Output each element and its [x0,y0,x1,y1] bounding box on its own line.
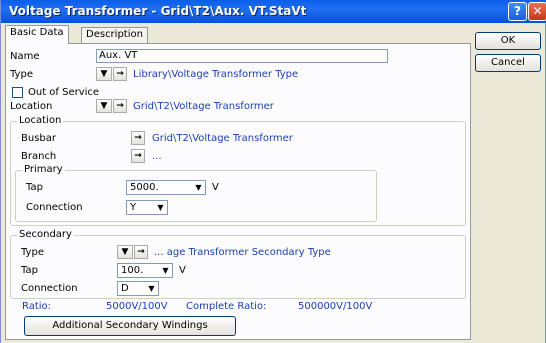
primary-tap-label: Tap [26,182,43,193]
busbar-value: Grid\T2\Voltage Transformer [152,133,293,144]
dropdown-arrow-icon: ▼ [192,181,205,194]
jump-arrow-icon: → [116,101,124,111]
primary-tap-value: 5000. [130,182,159,193]
primary-group: Primary Tap 5000. ▼ V Connection Y ▼ [15,164,377,222]
secondary-type-label: Type [21,247,44,258]
secondary-connection-select[interactable]: D ▼ [117,281,159,296]
complete-ratio-label: Complete Ratio: [186,301,267,312]
secondary-group-title: Secondary [17,229,74,240]
name-label: Name [10,51,40,62]
branch-value: ... [152,151,162,162]
cancel-button[interactable]: Cancel [475,54,541,72]
chevron-down-icon: ▼ [100,101,108,111]
tab-description[interactable]: Description [81,27,148,43]
title-bar[interactable]: Voltage Transformer - Grid\T2\Aux. VT.St… [1,0,546,23]
secondary-type-select-button[interactable]: ▼ [117,245,133,259]
secondary-tap-label: Tap [21,265,38,276]
jump-arrow-icon: → [134,151,142,161]
branch-jump-button[interactable]: → [131,149,145,163]
dropdown-arrow-icon: ▼ [154,201,167,214]
primary-tap-field[interactable]: 5000. ▼ [126,180,206,195]
secondary-group: Secondary Type ▼ → ... age Transformer S… [10,229,466,299]
help-button[interactable]: ? [508,2,527,21]
location-value: Grid\T2\Voltage Transformer [133,101,274,112]
location-jump-button[interactable]: → [113,99,127,113]
type-label: Type [10,69,33,80]
dialog-window: Voltage Transformer - Grid\T2\Aux. VT.St… [0,0,546,343]
location-label: Location [10,101,53,112]
window-title: Voltage Transformer - Grid\T2\Aux. VT.St… [9,4,307,18]
primary-connection-select[interactable]: Y ▼ [126,200,168,215]
jump-arrow-icon: → [137,247,145,257]
basic-data-panel: Name Aux. VT Type ▼ → Library\Voltage Tr… [5,43,471,340]
primary-connection-value: Y [130,202,137,213]
close-button[interactable]: ✕ [528,2,546,21]
ok-button[interactable]: OK [475,32,541,50]
out-of-service-checkbox[interactable] [12,87,23,98]
secondary-tap-field[interactable]: 100. ▼ [117,263,173,278]
dropdown-arrow-icon: ▼ [145,282,158,295]
location-select-button[interactable]: ▼ [96,99,112,113]
busbar-label: Busbar [21,133,56,144]
chevron-down-icon: ▼ [100,69,108,79]
out-of-service-label: Out of Service [28,87,100,98]
type-value: Library\Voltage Transformer Type [133,69,299,80]
secondary-type-value: ... age Transformer Secondary Type [154,247,331,258]
busbar-jump-button[interactable]: → [131,131,145,145]
complete-ratio-value: 500000V/100V [298,301,373,312]
type-select-button[interactable]: ▼ [96,67,112,81]
primary-tap-unit: V [212,182,219,193]
chevron-down-icon: ▼ [121,247,129,257]
secondary-type-jump-button[interactable]: → [134,245,148,259]
secondary-tap-value: 100. [121,265,144,276]
additional-secondary-windings-button[interactable]: Additional Secondary Windings [24,316,236,336]
type-jump-button[interactable]: → [113,67,127,81]
location-group: Location Busbar → Grid\T2\Voltage Transf… [10,115,466,226]
ratio-value: 5000V/100V [106,301,168,312]
name-input[interactable]: Aux. VT [96,49,388,63]
jump-arrow-icon: → [116,69,124,79]
tab-basic-data[interactable]: Basic Data [5,25,69,44]
secondary-tap-unit: V [179,265,186,276]
primary-group-title: Primary [22,164,65,175]
dropdown-arrow-icon: ▼ [159,264,172,277]
location-group-title: Location [17,115,64,126]
primary-connection-label: Connection [26,202,83,213]
branch-label: Branch [21,151,57,162]
ratio-label: Ratio: [22,301,52,312]
secondary-connection-value: D [121,283,129,294]
secondary-connection-label: Connection [21,283,78,294]
jump-arrow-icon: → [134,133,142,143]
